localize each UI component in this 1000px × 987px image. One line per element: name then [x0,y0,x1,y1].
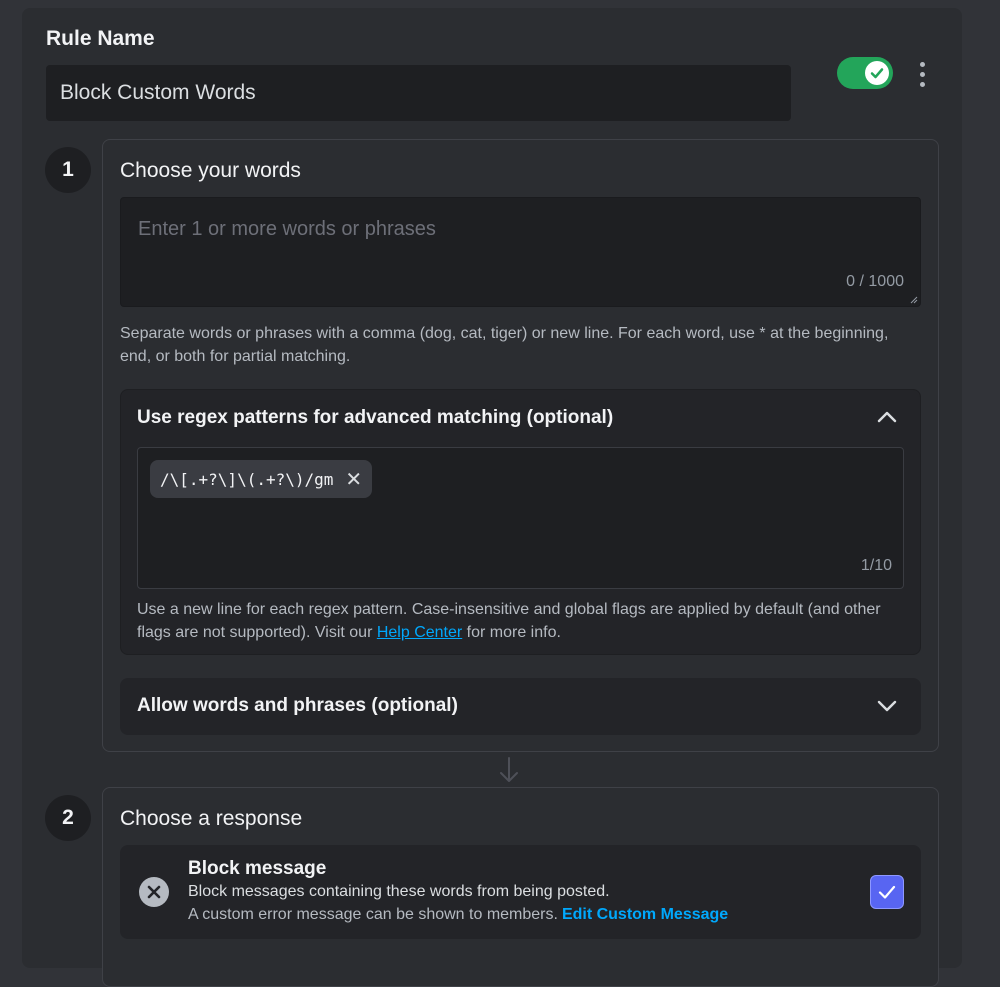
chevron-down-icon[interactable] [874,693,900,719]
block-message-checkbox[interactable] [870,875,904,909]
regex-section-title[interactable]: Use regex patterns for advanced matching… [137,407,613,429]
words-placeholder: Enter 1 or more words or phrases [138,218,436,240]
words-help-line-1: Separate words or phrases with a comma (… [120,325,889,342]
block-message-description: Block messages containing these words fr… [188,883,610,900]
regex-chip-text: /\[.+?\]\(.+?\)/gm [160,469,334,489]
help-center-link[interactable]: Help Center [377,624,462,641]
rule-name-input[interactable]: Block Custom Words [46,65,791,121]
x-circle-icon [139,877,169,907]
block-message-sub-text: A custom error message can be shown to m… [188,906,558,923]
rule-enabled-toggle[interactable] [837,57,893,89]
words-help-text: Separate words or phrases with a comma (… [120,322,920,368]
rule-name-label: Rule Name [46,27,155,50]
allow-words-title[interactable]: Allow words and phrases (optional) [137,695,458,717]
block-message-title: Block message [188,858,327,879]
step-1-title: Choose your words [120,159,301,182]
step-2-title: Choose a response [120,807,303,830]
step-2-number: 2 [45,795,91,841]
regex-help-text: Use a new line for each regex pattern. C… [137,598,917,644]
check-icon [870,68,884,79]
regex-help-line-2: flags are not supported). Visit our Help… [137,621,917,644]
chevron-up-icon[interactable] [874,404,900,430]
toggle-knob [865,61,889,85]
regex-chip: /\[.+?\]\(.+?\)/gm ✕ [150,460,373,498]
words-counter: 0 / 1000 [846,273,904,290]
resize-grip-icon[interactable] [910,296,918,304]
words-help-line-2: end, or both for partial matching. [120,348,351,365]
more-vertical-icon[interactable] [910,57,934,91]
check-icon [878,885,896,899]
rule-name-value: Block Custom Words [60,81,256,104]
regex-help-post: for more info. [462,624,561,641]
block-message-option[interactable]: Block message Block messages containing … [120,845,921,939]
edit-custom-message-link[interactable]: Edit Custom Message [562,906,728,923]
regex-counter: 1/10 [860,557,892,574]
step-1-number: 1 [45,147,91,193]
regex-input[interactable]: /\[.+?\]\(.+?\)/gm ✕ 1/10 [137,447,904,589]
words-textarea[interactable]: Enter 1 or more words or phrases 0 / 100… [120,197,921,307]
arrow-down-icon [500,757,518,782]
block-message-sub: A custom error message can be shown to m… [188,906,728,924]
regex-help-pre: flags are not supported). Visit our [137,624,377,641]
close-icon[interactable]: ✕ [345,469,362,489]
regex-help-line-1: Use a new line for each regex pattern. C… [137,601,881,618]
